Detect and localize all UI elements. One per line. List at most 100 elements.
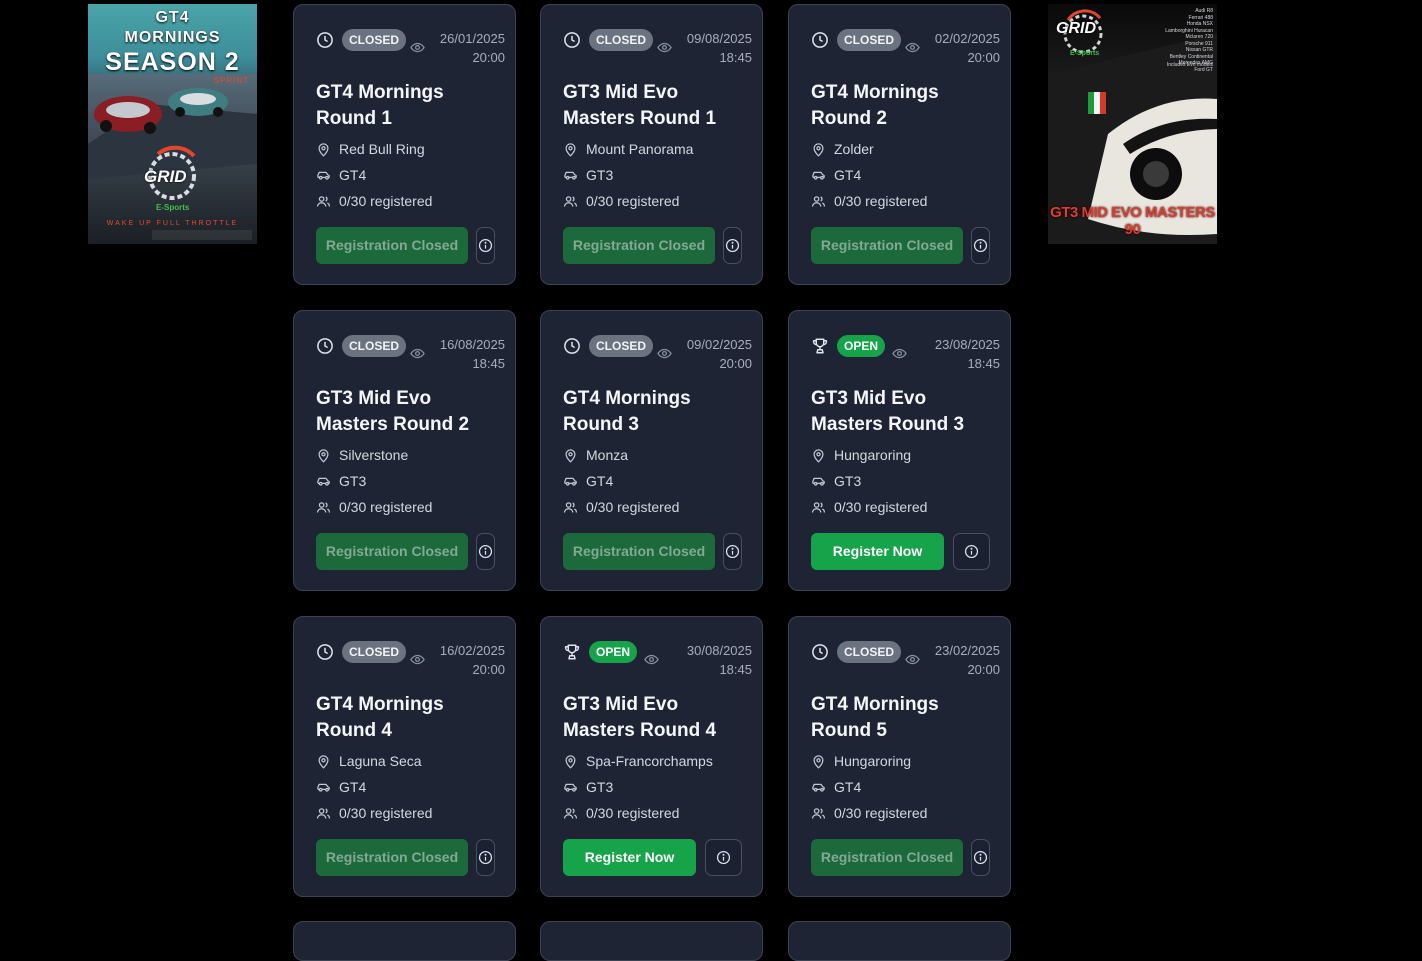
event-info-button[interactable]: [705, 839, 742, 876]
poster-season: SEASON 2: [105, 48, 240, 76]
event-time: 18:45: [967, 356, 1000, 371]
event-track: Monza: [563, 446, 753, 466]
trophy-icon: [563, 643, 581, 661]
eye-icon: [657, 346, 672, 359]
event-date: 23/02/2025: [934, 643, 1000, 658]
registration-closed-button[interactable]: Registration Closed: [563, 227, 715, 264]
poster-line-mornings: MORNINGS: [124, 29, 221, 46]
event-car-class: GT3: [563, 778, 753, 798]
event-registration-count: 0/30 registered: [316, 192, 506, 212]
event-card: CLOSED 02/02/2025 20:00 GT4 Mornings Rou…: [788, 4, 1011, 285]
car-class-label: GT4: [834, 779, 862, 795]
status-badge: CLOSED: [837, 29, 902, 51]
event-date: 23/08/2025: [934, 337, 1000, 352]
register-now-button[interactable]: Register Now: [811, 533, 944, 570]
event-car-class: GT3: [316, 472, 506, 492]
clock-icon: [811, 31, 829, 49]
event-registration-count: 0/30 registered: [563, 192, 753, 212]
event-info-button[interactable]: [953, 533, 990, 570]
trophy-icon: [811, 337, 829, 355]
event-card-header: CLOSED 26/01/2025 20:00: [316, 29, 511, 69]
car-icon: [563, 780, 578, 795]
event-title: GT3 Mid Evo Masters Round 2: [316, 388, 470, 435]
car-icon: [811, 780, 826, 795]
eye-icon: [657, 40, 672, 53]
event-car-class: GT3: [563, 166, 753, 186]
car-class-label: GT3: [339, 473, 367, 489]
event-date: 16/02/2025: [439, 643, 505, 658]
registration-closed-button[interactable]: Registration Closed: [316, 839, 468, 876]
event-card-header: CLOSED 16/08/2025 18:45: [316, 335, 511, 375]
event-title: GT4 Mornings Round 1: [316, 82, 444, 129]
event-card: CLOSED 26/01/2025 20:00 GT4 Mornings Rou…: [293, 4, 516, 285]
track-name: Mount Panorama: [586, 141, 694, 157]
users-icon: [316, 500, 331, 515]
registration-closed-button[interactable]: Registration Closed: [563, 533, 715, 570]
event-datetime: 30/08/2025 18:45: [687, 641, 752, 679]
registration-closed-button[interactable]: Registration Closed: [811, 839, 963, 876]
car-icon: [316, 474, 331, 489]
event-card-header: CLOSED 23/02/2025 20:00: [811, 641, 1006, 681]
track-name: Hungaroring: [834, 447, 912, 463]
event-datetime: 02/02/2025 20:00: [935, 29, 1000, 67]
event-card-header: CLOSED 02/02/2025 20:00: [811, 29, 1006, 69]
event-datetime: 09/02/2025 20:00: [687, 335, 752, 373]
event-time: 20:00: [472, 50, 505, 65]
eye-icon: [644, 652, 659, 665]
car-icon: [811, 168, 826, 183]
event-track: Spa-Francorchamps: [563, 752, 753, 772]
event-card-partial: [293, 921, 516, 961]
poster-evo-note: Includes Evo models: [1166, 62, 1213, 68]
event-title: GT3 Mid Evo Masters Round 3: [811, 388, 965, 435]
users-icon: [811, 806, 826, 821]
gt3-mid-evo-masters-poster[interactable]: GRID E-Sports Audi R8 Ferrari 488 Honda NS…: [1048, 4, 1217, 244]
status-badge: OPEN: [837, 335, 886, 357]
register-now-button[interactable]: Register Now: [563, 839, 696, 876]
event-info-button[interactable]: [476, 839, 495, 876]
registration-closed-button[interactable]: Registration Closed: [316, 227, 468, 264]
status-badge: CLOSED: [342, 29, 407, 51]
event-registration-count: 0/30 registered: [316, 498, 506, 518]
clock-icon: [563, 337, 581, 355]
event-card: CLOSED 16/02/2025 20:00 GT4 Mornings Rou…: [293, 616, 516, 897]
event-title: GT4 Mornings Round 2: [811, 82, 939, 129]
track-name: Red Bull Ring: [339, 141, 425, 157]
event-info-button[interactable]: [476, 533, 495, 570]
users-icon: [811, 194, 826, 209]
users-icon: [563, 500, 578, 515]
event-info-button[interactable]: [723, 227, 742, 264]
clock-icon: [316, 31, 334, 49]
clock-icon: [563, 31, 581, 49]
event-info-button[interactable]: [971, 839, 990, 876]
event-card: CLOSED 09/08/2025 18:45 GT3 Mid Evo Mast…: [540, 4, 763, 285]
event-datetime: 16/02/2025 20:00: [440, 641, 505, 679]
event-card-header: OPEN 30/08/2025 18:45: [563, 641, 758, 681]
car-class-label: GT4: [834, 167, 862, 183]
track-name: Hungaroring: [834, 753, 912, 769]
event-card-header: CLOSED 09/08/2025 18:45: [563, 29, 758, 69]
map-pin-icon: [811, 142, 826, 157]
event-registration-count: 0/30 registered: [811, 804, 1001, 824]
poster-tagline: WAKE UP FULL THROTTLE: [106, 220, 239, 227]
event-card-partial: [788, 921, 1011, 961]
registration-closed-button[interactable]: Registration Closed: [316, 533, 468, 570]
event-info-button[interactable]: [723, 533, 742, 570]
gt4-mornings-season-2-poster[interactable]: GT4 MORNINGS SEASON 2 SPRINT GRID E-Spor…: [88, 4, 257, 244]
event-registration-count: 0/30 registered: [563, 498, 753, 518]
event-date: 02/02/2025: [934, 31, 1000, 46]
event-info-button[interactable]: [476, 227, 495, 264]
esports-label: E-Sports: [1070, 50, 1100, 57]
eye-icon: [410, 652, 425, 665]
eye-icon: [892, 346, 907, 359]
registration-closed-button[interactable]: Registration Closed: [811, 227, 963, 264]
event-card-header: CLOSED 09/02/2025 20:00: [563, 335, 758, 375]
car-class-label: GT3: [586, 779, 614, 795]
event-info-button[interactable]: [971, 227, 990, 264]
event-card: OPEN 30/08/2025 18:45 GT3 Mid Evo Master…: [540, 616, 763, 897]
event-car-class: GT3: [811, 472, 1001, 492]
event-track: Zolder: [811, 140, 1001, 160]
event-track: Red Bull Ring: [316, 140, 506, 160]
event-title: GT4 Mornings Round 4: [316, 694, 444, 741]
event-datetime: 09/08/2025 18:45: [687, 29, 752, 67]
car-class-label: GT3: [834, 473, 862, 489]
